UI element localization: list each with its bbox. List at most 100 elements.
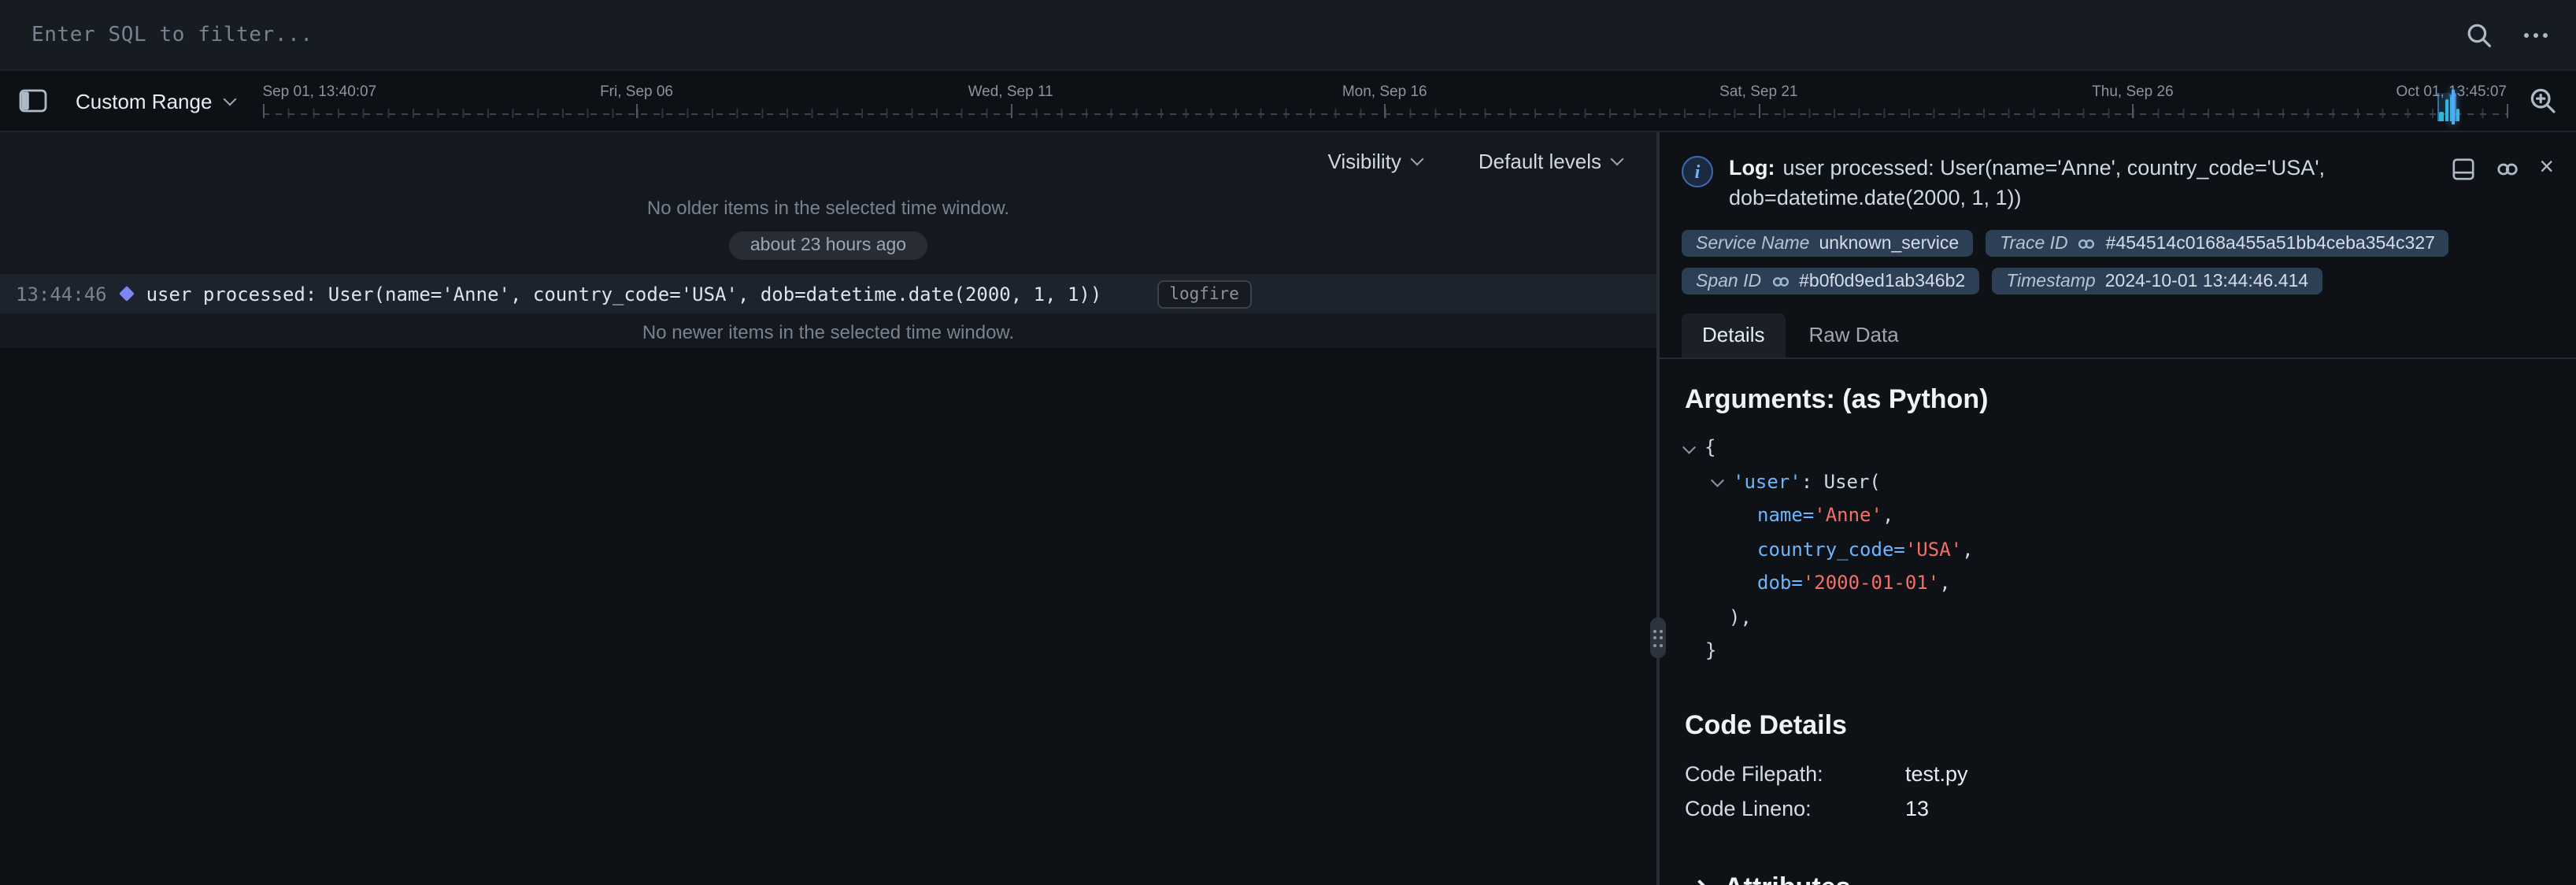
levels-dropdown[interactable]: Default levels [1469, 147, 1631, 174]
chevron-down-icon [223, 92, 236, 106]
log-row-message: user processed: User(name='Anne', countr… [146, 283, 1102, 305]
arguments-python-view: { 'user': User( name='Anne',country_code… [1685, 431, 2551, 668]
detail-content: Arguments: (as Python) { 'user': User( n… [1660, 359, 2576, 885]
panel-divider[interactable] [1656, 132, 1660, 885]
search-button[interactable] [2466, 21, 2493, 48]
detail-header: i Log:user processed: User(name='Anne', … [1660, 132, 2576, 220]
more-button[interactable] [2524, 32, 2548, 37]
info-icon: i [1682, 156, 1713, 187]
detail-panel: i Log:user processed: User(name='Anne', … [1660, 132, 2576, 885]
timeline-tick-label: Mon, Sep 16 [1342, 83, 1427, 101]
level-diamond-icon [119, 286, 135, 302]
timeline-tick [2507, 104, 2508, 118]
attributes-toggle[interactable]: Attributes [1685, 870, 1860, 885]
code-line: country_code='USA', [1685, 533, 2551, 567]
tab-details[interactable]: Details [1682, 313, 1786, 357]
arguments-heading: Arguments: (as Python) [1685, 384, 2551, 416]
close-button[interactable]: × [2539, 157, 2554, 180]
timeline-ruler[interactable]: Sep 01, 13:40:07 Fri, Sep 06 Wed, Sep 11 Mo… [262, 71, 2507, 131]
collapse-toggle-icon[interactable] [1712, 474, 1724, 487]
log-row[interactable]: 13:44:46 user processed: User(name='Anne… [0, 274, 1656, 313]
timeline-tick-label: Sat, Sep 21 [1719, 83, 1797, 101]
timeline-tick-label: Wed, Sep 11 [968, 83, 1053, 101]
code-line: dob='2000-01-01', [1685, 567, 2551, 601]
timeline-tick [262, 104, 264, 118]
code-line: 'user': User( [1685, 465, 2551, 499]
histogram-bar [2456, 109, 2459, 121]
code-filepath-label: Code Filepath: [1685, 757, 1905, 791]
main-area: Visibility Default levels No older items… [0, 132, 2576, 885]
tab-raw-data[interactable]: Raw Data [1789, 313, 1919, 357]
zoom-in-button[interactable] [2529, 87, 2557, 115]
sidebar-toggle-button[interactable] [19, 88, 47, 113]
timeline-tick-label: Thu, Sep 26 [2092, 83, 2174, 101]
search-icon [2466, 21, 2493, 48]
timeline-selection-cursor[interactable] [2452, 90, 2455, 124]
chevron-right-icon [1692, 879, 1708, 885]
log-row-time: 13:44:46 [16, 283, 107, 305]
timeline-tick [1759, 104, 1760, 118]
code-filepath-row: Code Filepath: test.py [1685, 757, 2551, 791]
zoom-in-icon [2529, 87, 2557, 115]
timeline-tick-label: Sep 01, 13:40:07 [262, 83, 376, 101]
badge-service-name: Service Name unknown_service [1682, 230, 1973, 257]
copy-link-button[interactable] [2495, 157, 2519, 181]
detail-kind-label: Log: [1729, 156, 1775, 180]
badge-value: #b0f0d9ed1ab346b2 [1799, 272, 1965, 291]
histogram-bar [2445, 99, 2448, 121]
timeline-bar: Custom Range Sep 01, 13:40:07 Fri, Sep 06… [0, 69, 2576, 132]
timeline-tick [1385, 104, 1386, 118]
sql-filter-input[interactable] [28, 21, 2434, 48]
list-empty-area [0, 348, 1656, 885]
badge-label: Span ID [1696, 272, 1761, 291]
drag-handle-icon[interactable] [1650, 617, 1666, 658]
close-icon: × [2539, 157, 2554, 180]
badges: Service Name unknown_service Trace ID #4545… [1660, 220, 2576, 294]
attributes-heading: Attributes [1724, 872, 1851, 885]
collapse-toggle-icon[interactable] [1683, 440, 1696, 453]
levels-label: Default levels [1479, 149, 1601, 172]
log-list-panel: Visibility Default levels No older items… [0, 132, 1656, 885]
visibility-dropdown[interactable]: Visibility [1318, 147, 1430, 174]
link-icon [2078, 234, 2097, 253]
time-range-selector[interactable]: Custom Range [69, 89, 240, 113]
code-details-heading: Code Details [1685, 709, 2551, 741]
badge-timestamp: Timestamp2024-10-01 13:44:46.414 [1992, 268, 2322, 294]
code-line: } [1685, 635, 2551, 668]
sql-filter-bar [0, 0, 2576, 69]
python-fields: name='Anne',country_code='USA',dob='2000… [1685, 499, 2551, 601]
sidebar-toggle-icon [19, 88, 47, 113]
timeline-tick-label: Fri, Sep 06 [600, 83, 673, 101]
badge-label: Service Name [1696, 234, 1809, 253]
dock-panel-button[interactable] [2451, 157, 2474, 181]
detail-title: Log:user processed: User(name='Anne', co… [1729, 153, 2435, 213]
histogram-bar [2439, 112, 2443, 121]
badge-span-id[interactable]: Span ID #b0f0d9ed1ab346b2 [1682, 268, 1979, 294]
no-newer-items-text: No newer items in the selected time wind… [0, 313, 1656, 348]
detail-header-actions: × [2451, 153, 2554, 213]
code-line: name='Anne', [1685, 499, 2551, 533]
code-line: ), [1685, 601, 2551, 635]
code-filepath-value: test.py [1905, 757, 1968, 791]
timeline-tick [637, 104, 638, 118]
dock-panel-icon [2451, 157, 2474, 181]
chevron-down-icon [1611, 152, 1624, 165]
badge-value: #454514c0168a455a51bb4ceba354c327 [2106, 234, 2435, 253]
badge-label: Trace ID [2000, 234, 2068, 253]
detail-title-text: user processed: User(name='Anne', countr… [1729, 156, 2325, 209]
link-icon [2495, 157, 2519, 181]
badge-value: unknown_service [1819, 234, 1959, 253]
time-range-label: Custom Range [76, 89, 212, 113]
more-icon [2524, 32, 2548, 37]
app-window: Custom Range Sep 01, 13:40:07 Fri, Sep 06… [0, 0, 2576, 885]
badge-trace-id[interactable]: Trace ID #454514c0168a455a51bb4ceba354c32… [1986, 230, 2449, 257]
detail-tabs: DetailsRaw Data [1660, 313, 2576, 359]
timeline-histogram [2439, 93, 2459, 121]
visibility-label: Visibility [1327, 149, 1401, 172]
log-row-tag[interactable]: logfire [1157, 280, 1252, 308]
list-controls: Visibility Default levels [0, 132, 1656, 189]
log-list: Visibility Default levels No older items… [0, 132, 1656, 348]
time-ago-badge[interactable]: about 23 hours ago [730, 231, 927, 260]
code-line: { [1685, 431, 2551, 465]
chevron-down-icon [1410, 152, 1423, 165]
